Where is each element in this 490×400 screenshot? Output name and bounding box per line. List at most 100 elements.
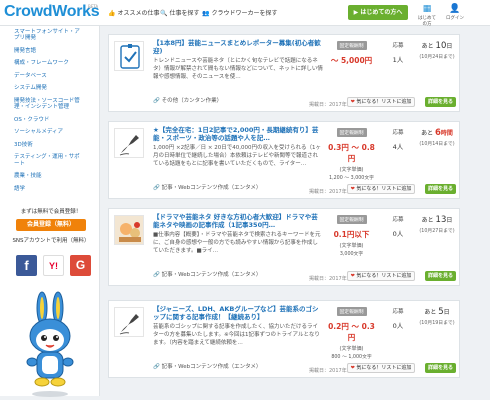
job-price-unit: (文字単価)	[339, 167, 364, 173]
job-price-unit: (文字単価)	[339, 243, 364, 249]
job-title-link[interactable]: 【ジャニーズ、LDH、AKBグループなど】芸能系のゴシップに関する記事作成！【継…	[153, 305, 323, 321]
job-price-column: 固定報酬制 0.3円 ～ 0.8円 (文字単価) 1,200 ～ 3,000文字	[325, 128, 378, 184]
fountain-pen-icon	[119, 314, 139, 335]
crowdworks-logo[interactable]: CrowdWorks	[4, 3, 100, 21]
free-register-button[interactable]: 会員登録（無料）	[16, 219, 86, 231]
search-icon: 🔍	[160, 10, 168, 17]
register-prompt: まずは無料で会員登録！	[20, 209, 82, 215]
job-card: ★【完全在宅：1日2記事で2,000円・長期継続有り】芸能・スポーツ・政治等の話…	[108, 121, 460, 199]
sidebar-item-3d[interactable]: 3D技術	[0, 140, 99, 150]
job-description: 芸能系のゴシップに関する記事を作成したく、協力いただけるライターの方を募集いたし…	[153, 324, 320, 346]
job-title-link[interactable]: ★【完全在宅：1日2記事で2,000円・長期継続有り】芸能・スポーツ・政治等の話…	[153, 126, 323, 142]
google-icon: G	[75, 258, 86, 272]
fountain-pen-icon	[119, 135, 139, 156]
job-price: 0.3円 ～ 0.8円	[328, 143, 375, 163]
tag-icon: 🔗	[153, 98, 160, 104]
thumbs-up-icon: 👍	[108, 10, 116, 17]
sidebar-item-os-cloud[interactable]: OS・クラウド	[0, 115, 99, 125]
sidebar-item-language[interactable]: 開発言語	[0, 46, 99, 56]
view-detail-button[interactable]: 詳細を見る	[425, 184, 456, 194]
job-applicants: 応募 0人	[392, 309, 404, 330]
add-favorite-button[interactable]: ❤ 気になる！リストに追加	[347, 363, 415, 373]
yahoo-icon: Y!	[49, 261, 58, 271]
payment-type-badge: 固定報酬制	[336, 41, 367, 50]
heart-icon: ❤	[350, 186, 355, 192]
logo-beta-badge: BETA	[88, 4, 99, 9]
payment-type-badge: 固定報酬制	[336, 215, 367, 224]
view-detail-button[interactable]: 詳細を見る	[425, 271, 456, 281]
site-header: CrowdWorks BETA 👍 オススメの仕事 🔍 仕事を探す 👥 クラウドワーカ…	[0, 0, 490, 27]
sidebar-item-smartphone[interactable]: スマートフォンサイト・アプリ開発	[0, 27, 99, 43]
google-login-button[interactable]: G	[70, 255, 91, 276]
job-title-link[interactable]: 【1本8円】芸能ニュースまとめレポーター募集(初心者歓迎)	[153, 39, 323, 55]
facebook-login-button[interactable]: f	[16, 255, 37, 276]
job-price-sub: 800 ～ 1,000文字	[331, 355, 372, 360]
add-favorite-button[interactable]: ❤ 気になる！リストに追加	[347, 184, 415, 194]
heart-icon: ❤	[350, 99, 355, 105]
job-deadline: あと 10日 (10月24日まで)	[419, 41, 455, 60]
job-description: トレンドニュースや芸能ネタ（とにかく旬なテレビで話題になるネタ）情報が解禁されて…	[153, 58, 323, 80]
nav-recommended-jobs[interactable]: 👍 オススメの仕事	[108, 8, 160, 17]
job-price-column: 固定報酬制 0.1円以下 (文字単価) 3,000文字	[325, 215, 378, 271]
sidebar-item-database[interactable]: データベース	[0, 71, 99, 81]
view-detail-button[interactable]: 詳細を見る	[425, 363, 456, 373]
sidebar-item-devtech[interactable]: 開発技法・ソースコード管理・インシデント管理	[0, 96, 99, 112]
sidebar: スマートフォンサイト・アプリ開発 開発言語 構成・フレームワーク データベース …	[0, 26, 100, 397]
facebook-icon: f	[24, 258, 29, 273]
add-favorite-button[interactable]: ❤ 気になる！リストに追加	[347, 271, 415, 281]
heart-icon: ❤	[350, 273, 355, 279]
job-price-sub: 1,200 ～ 3,000文字	[329, 176, 374, 181]
job-price-sub: 3,000文字	[339, 252, 364, 257]
sidebar-item-social[interactable]: ソーシャルメディア	[0, 128, 99, 138]
job-card: 【1本8円】芸能ニュースまとめレポーター募集(初心者歓迎) トレンドニュースや芸…	[108, 34, 460, 112]
yahoo-login-button[interactable]: Y!	[43, 255, 64, 276]
header-login-link[interactable]: 👤 ログイン	[444, 4, 466, 21]
document-check-icon	[120, 44, 140, 69]
job-description: 1,000円 ×2記事／日 × 20日で40,000円の収入を受けられる（1ヶ月…	[153, 145, 321, 167]
job-thumbnail[interactable]	[114, 128, 144, 158]
job-deadline: あと 5日 (10月19日まで)	[419, 307, 455, 326]
job-deadline: あと 13日 (10月27日まで)	[419, 215, 455, 234]
sidebar-item-framework[interactable]: 構成・フレームワーク	[0, 59, 99, 69]
sidebar-item-language-skill[interactable]: 語学	[0, 184, 99, 194]
job-category-link[interactable]: 🔗 記事・Webコンテンツ作成（エンタメ）	[153, 270, 261, 278]
sidebar-item-testing[interactable]: テスティング・運用・サポート	[0, 153, 99, 169]
payment-type-badge: 固定報酬制	[336, 307, 367, 316]
tag-icon: 🔗	[153, 185, 160, 191]
sidebar-item-system[interactable]: システム開発	[0, 84, 99, 94]
job-price: 0.2円 ～ 0.3円	[328, 322, 375, 342]
tag-icon: 🔗	[153, 272, 160, 278]
job-price: 0.1円以下	[333, 230, 370, 239]
tag-icon: 🔗	[153, 364, 160, 370]
job-deadline: あと 6時間 (10月14日まで)	[419, 128, 455, 147]
sidebar-item-agriculture[interactable]: 農業・技能	[0, 172, 99, 182]
mascot-illustration	[26, 291, 74, 397]
nav-find-workers[interactable]: 👥 クラウドワーカーを探す	[202, 8, 278, 17]
job-category-link[interactable]: 🔗 その他（カンタン作業）	[153, 96, 222, 104]
sns-prompt: SNSアカウントで利用（無料）	[12, 238, 90, 244]
job-price: ～ 5,000円	[330, 56, 373, 65]
job-card: 【ドラマや芸能ネタ 好きな方初心者大歓迎】ドラマや芸能ネタや映画の記事作成（1記…	[108, 208, 460, 286]
view-detail-button[interactable]: 詳細を見る	[425, 97, 456, 107]
nav-find-jobs[interactable]: 🔍 仕事を探す	[160, 8, 200, 17]
beginners-guide-button[interactable]: ▶ はじめての方へ	[348, 5, 408, 20]
book-icon: ▦	[422, 4, 432, 14]
job-price-column: 固定報酬制 0.2円 ～ 0.3円 (文字単価) 800 ～ 1,000文字	[325, 307, 378, 363]
people-icon: 👥	[202, 10, 210, 17]
arrow-icon: ▶	[353, 9, 359, 16]
job-thumbnail[interactable]	[114, 307, 144, 337]
job-title-link[interactable]: 【ドラマや芸能ネタ 好きな方初心者大歓迎】ドラマや芸能ネタや映画の記事作成（1記…	[153, 213, 323, 229]
job-thumbnail[interactable]	[114, 215, 144, 245]
user-icon: 👤	[449, 4, 461, 14]
job-description: ■仕事内容【概要】・ドラマや芸能ネタで検索されるキーワードを元に、ご自身の感想や…	[153, 232, 321, 254]
job-category-link[interactable]: 🔗 記事・Webコンテンツ作成（エンタメ）	[153, 362, 261, 370]
job-card: 【ジャニーズ、LDH、AKBグループなど】芸能系のゴシップに関する記事作成！【継…	[108, 300, 460, 378]
job-thumbnail[interactable]	[114, 41, 144, 71]
job-category-link[interactable]: 🔗 記事・Webコンテンツ作成（エンタメ）	[153, 183, 261, 191]
add-favorite-button[interactable]: ❤ 気になる！リストに追加	[347, 97, 415, 107]
photo-thumbnail-icon	[115, 216, 143, 244]
job-applicants: 応募 1人	[392, 43, 404, 64]
job-price-unit: (文字単価)	[339, 346, 364, 352]
header-beginners-link[interactable]: ▦ はじめての方	[416, 4, 438, 27]
payment-type-badge: 固定報酬制	[336, 128, 367, 137]
